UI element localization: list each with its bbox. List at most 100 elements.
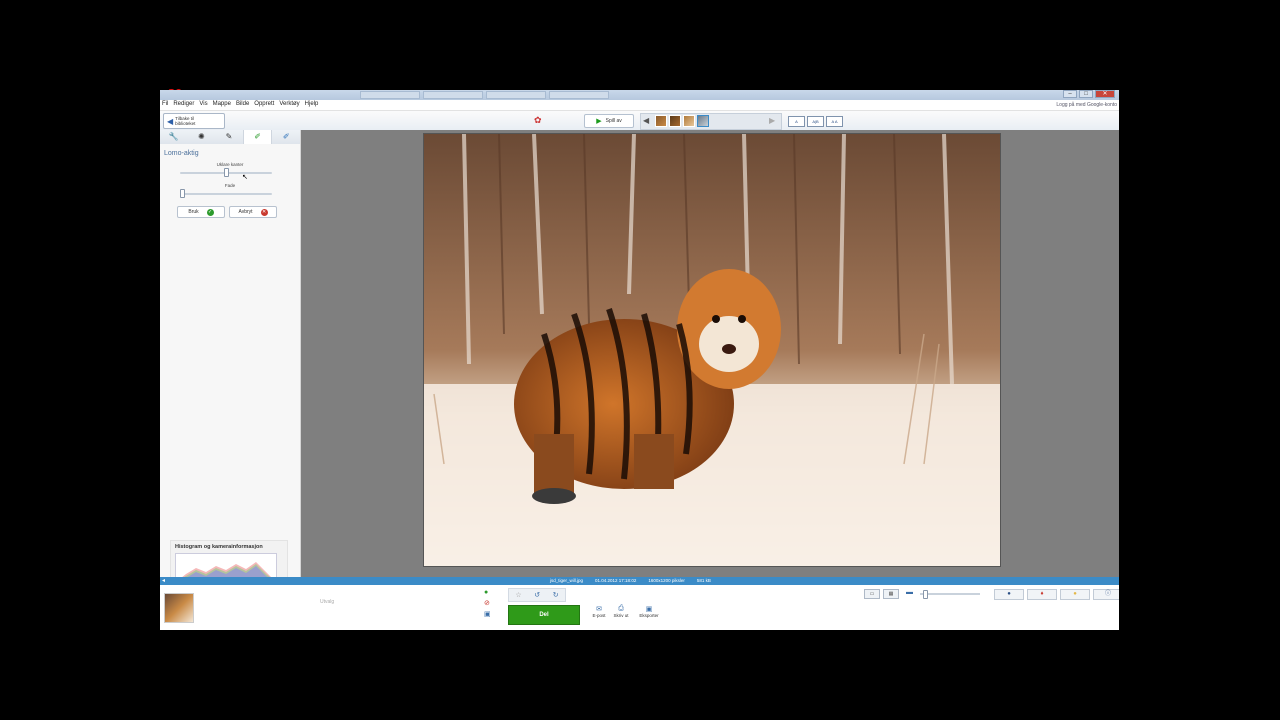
add-to-album-icon[interactable]: ▣ [484,610,491,618]
photo-illustration [424,134,1000,566]
slider1-label: Uklare kanter [216,162,244,167]
menu-picture[interactable]: Bilde [236,101,249,107]
info-icon[interactable]: ⓘ [1093,589,1119,600]
tab-1[interactable] [360,91,420,99]
rotate-controls: ☆ ↺ ↻ [508,588,566,602]
view-mode-buttons: A A|B A A [788,116,843,127]
filmstrip-thumb[interactable] [669,115,681,127]
zoom-knob[interactable] [923,590,928,599]
filter-icon[interactable]: ✐ [242,130,273,144]
checkmark-icon: ✓ [206,208,214,216]
grid-view-button[interactable]: ▦ [883,589,899,599]
display-mode-buttons: ▭ ▦ [864,589,899,599]
menu-create[interactable]: Opprett [254,101,274,107]
menu-folder[interactable]: Mappe [213,101,231,107]
edit-tabs: 🔧 ✺ ✎ ✐ ✐ [160,130,300,144]
tag-icon[interactable]: ● [1060,589,1090,600]
zoom-icon: ▬ [906,589,913,596]
menu-file[interactable]: Fil [162,101,168,107]
export-label: Eksporter [639,613,659,618]
window-controls: – □ ✕ [1063,90,1115,98]
photo-info-bar: ◂ jsd_tiger_will.jpg 01.04.2012 17:18:02… [160,577,1119,585]
main-toolbar: ◀ Tilbake til biblioteket ✿ ▶ Spill av ◀… [160,111,1119,131]
export-button[interactable]: ▣ Eksporter [634,605,664,618]
back-arrow-icon: ◀ [167,116,174,126]
zoom-slider[interactable] [920,590,980,599]
minimize-button[interactable]: – [1063,90,1077,98]
menu-tools[interactable]: Verktøy [279,101,299,107]
back-to-library-button[interactable]: ◀ Tilbake til biblioteket [163,113,225,129]
compare-view-button[interactable]: A|B [807,116,824,127]
slider2-label: Fade [224,183,236,188]
slider-knob[interactable] [224,168,229,177]
play-label: Spill av [605,118,622,124]
maximize-button[interactable]: □ [1079,90,1093,98]
effect-title: Lomo-aktig [164,150,199,157]
email-label: E-post [592,613,606,618]
menu-view[interactable]: Vis [199,101,207,107]
share-button[interactable]: Del [508,605,580,625]
apply-label: Bruk [188,209,199,215]
cancel-button[interactable]: Avbryt ✕ [229,206,277,218]
picasa-logo-icon: ✿ [534,115,542,125]
printer-icon: ⎙ [618,605,624,612]
slider-knob[interactable] [180,189,185,198]
menu-help[interactable]: Hjelp [305,101,319,107]
image-canvas [301,130,1119,577]
print-button[interactable]: ⎙ Skriv ut [606,605,636,618]
file-size: 581 kB [696,578,711,583]
apply-button[interactable]: Bruk ✓ [177,206,225,218]
bottom-tray: Utvalg ● ⊘ ▣ ☆ ↺ ↻ Del ✉ E-post ⎙ Skriv … [160,585,1119,630]
people-icon[interactable]: ● [994,589,1024,600]
play-icon: ▶ [596,118,602,125]
folder-icon: ▣ [645,606,653,613]
location-pin-icon[interactable]: ♦ [1027,589,1057,600]
menu-edit[interactable]: Rediger [173,101,194,107]
prev-arrow-icon[interactable]: ◀ [643,116,649,125]
rotate-left-icon[interactable]: ↺ [534,591,540,599]
filmstrip-thumb-selected[interactable] [697,115,709,127]
star-icon[interactable]: ☆ [515,591,521,599]
edit-side-panel: 🔧 ✺ ✎ ✐ ✐ Lomo-aktig Uklare kanter ↖ Fad… [160,130,301,592]
wrench-icon[interactable]: 🔧 [160,130,188,144]
tab-2[interactable] [423,91,483,99]
fit-view-button[interactable]: ▭ [864,589,880,599]
effects-icon[interactable]: ✐ [272,130,300,144]
dual-view-button[interactable]: A A [826,116,843,127]
file-datetime: 01.04.2012 17:18:02 [595,578,637,583]
pin-icon[interactable]: ● [484,589,491,596]
expand-icon[interactable]: ◂ [162,577,165,584]
tab-3[interactable] [486,91,546,99]
cancel-icon: ✕ [260,208,268,216]
filmstrip-thumb[interactable] [655,115,667,127]
menu-bar: Fil Rediger Vis Mappe Bilde Opprett Verk… [160,100,1119,111]
next-arrow-icon[interactable]: ▶ [769,116,775,125]
rotate-right-icon[interactable]: ↻ [553,591,559,599]
picasa-window: – □ ✕ Fil Rediger Vis Mappe Bilde Oppret… [160,90,1119,630]
single-view-button[interactable]: A [788,116,805,127]
histogram-title: Histogram og kamerainformasjon [175,544,263,550]
blur-edges-slider[interactable] [180,168,272,177]
selection-thumbnail[interactable] [164,593,194,623]
info-buttons: ● ♦ ● ⓘ [994,589,1119,600]
play-slideshow-button[interactable]: ▶ Spill av [584,114,634,128]
tab-4[interactable] [549,91,609,99]
sun-icon[interactable]: ✺ [188,130,216,144]
clear-icon[interactable]: ⊘ [484,599,491,607]
title-bar: – □ ✕ [160,90,1119,100]
image-dimensions: 1600x1200 piksler [648,578,685,583]
print-label: Skriv ut [613,613,629,618]
file-name: jsd_tiger_will.jpg [550,578,584,583]
google-login-link[interactable]: Logg på med Google-konto [1056,102,1117,108]
cancel-label: Avbryt [238,209,253,215]
brush-icon[interactable]: ✎ [215,130,243,144]
taskbar-tabs [360,91,609,99]
fade-slider[interactable] [180,189,272,198]
close-button[interactable]: ✕ [1095,90,1115,98]
mouse-cursor-icon: ↖ [242,174,248,181]
tray-tools: ● ⊘ ▣ [484,589,491,618]
selection-label: Utvalg [320,599,335,605]
filmstrip-thumb[interactable] [683,115,695,127]
filmstrip: ◀ ▶ [640,113,782,130]
tiger-photo[interactable] [423,133,1001,567]
